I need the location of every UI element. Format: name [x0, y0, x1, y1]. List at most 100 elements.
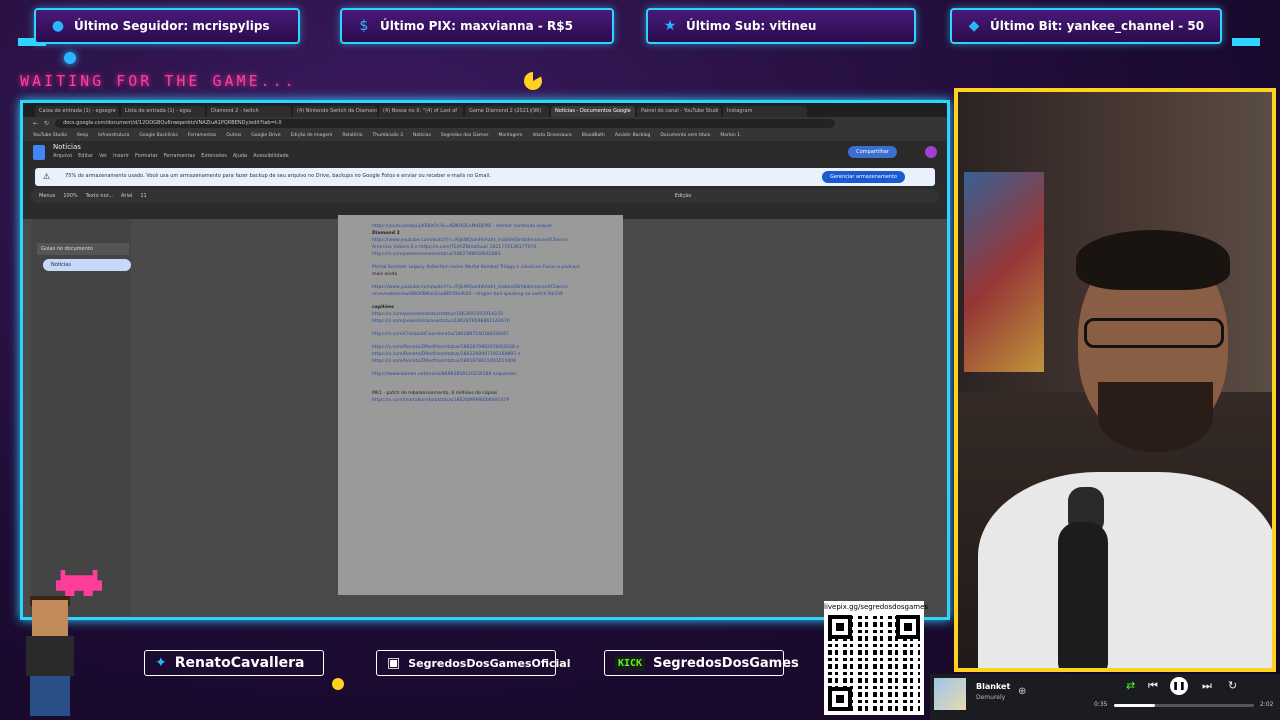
screen-capture: Caixa de entrada (1) - egsegre Lista de …	[20, 100, 950, 620]
bookmark-item[interactable]: Documento sem título	[660, 133, 710, 138]
doc-link[interactable]: https://x.com/Renato/DRedfroomtatus/1861…	[372, 344, 589, 351]
toolbar-menus[interactable]: Menus	[39, 193, 55, 199]
font-size-field[interactable]: 11	[140, 193, 146, 199]
stat-last-sub: ★ Último Sub: vitineu	[646, 8, 916, 44]
track-artist: Demurely	[976, 694, 1006, 701]
menu-item[interactable]: Ver	[99, 153, 107, 159]
doc-link[interactable]: https://x.com/Renato/DRedfroomtatus/1862…	[372, 351, 589, 358]
doc-title[interactable]: Notícias	[53, 143, 81, 151]
music-player: Blanket Demurely ⊕ ⇄ ⏮ ❚❚ ⏭ ↻ 0:35 2:02	[930, 674, 1280, 720]
social-handle: SegredosDosGamesOficial	[408, 656, 571, 670]
repeat-icon[interactable]: ↻	[1228, 679, 1237, 692]
bookmark-item[interactable]: Notícias	[413, 133, 431, 138]
doc-link[interactable]: America: linkers 0 e https://x.com/TEAYZ…	[372, 244, 589, 251]
browser-tab[interactable]: Diamond 2 - twitch	[207, 106, 291, 117]
doc-link[interactable]: https://www.youtube.com/watch?v=RijkWQue…	[372, 284, 589, 291]
menu-item[interactable]: Acessibilidade	[253, 153, 289, 159]
bookmark-item[interactable]: YouTube Studio	[33, 133, 67, 138]
duration-time: 2:02	[1260, 701, 1274, 708]
kick-icon: KICK	[615, 655, 646, 671]
bookmark-item[interactable]: Marlon 1	[720, 133, 740, 138]
docs-menu: Arquivo Editar Ver Inserir Formatar Ferrament…	[53, 153, 289, 159]
menu-item[interactable]: Editar	[78, 153, 93, 159]
next-icon[interactable]: ⏭	[1202, 679, 1212, 693]
bookmark-item[interactable]: Thumbnails 3	[373, 133, 403, 138]
doc-link[interactable]: https://www.youtube.com/watch?v=RijkWQue…	[372, 237, 589, 244]
browser-tab-active[interactable]: Notícias - Documentos Google	[551, 106, 635, 117]
qr-finder	[828, 687, 852, 711]
previous-icon[interactable]: ⏮	[1148, 679, 1158, 693]
doc-link[interactable]: https://www.kamen.net/mario/869838561202…	[372, 371, 589, 378]
bookmark-item[interactable]: Montagem	[498, 133, 522, 138]
stat-text: Último Seguidor: mcrispylips	[74, 19, 270, 33]
bookmark-item[interactable]: Google Backlinks	[139, 133, 178, 138]
manage-storage-button[interactable]: Gerenciar armazenamento	[821, 171, 905, 183]
doc-link[interactable]: Mortal Kombat: Legacy Kollection reúne M…	[372, 264, 589, 271]
add-to-library-icon[interactable]: ⊕	[1018, 686, 1026, 697]
bookmark-item[interactable]: Segredos dos Games	[441, 133, 489, 138]
browser-tab[interactable]: (4) Nintendo Switch de Diamond d	[293, 106, 377, 117]
zoom-select[interactable]: 100%	[63, 193, 77, 199]
doc-page[interactable]: https://youtu.be/eJuiyKRBzOc?si=KDKOOEaM…	[338, 215, 623, 595]
bookmark-item[interactable]: Edição de imagem	[291, 133, 333, 138]
url-field[interactable]: docs.google.com/document/d/12OOGBQu6nwqa…	[55, 118, 836, 128]
menu-item[interactable]: Formatar	[135, 153, 158, 159]
pause-button[interactable]: ❚❚	[1170, 677, 1188, 695]
edit-mode-button[interactable]: Edição	[675, 193, 692, 199]
webcam-hair	[1076, 230, 1230, 290]
doc-link[interactable]: unrevealedcrew/88OVBNanEaaBBYlOInPi20 - …	[372, 291, 589, 298]
browser-tab[interactable]: Painel do canal - YouTube Studi	[637, 106, 721, 117]
bookmark-item[interactable]: BloodBath	[582, 133, 605, 138]
back-icon[interactable]: ←	[33, 120, 38, 127]
avatar[interactable]	[925, 146, 937, 158]
share-button[interactable]: Compartilhar	[848, 146, 897, 158]
bookmark-item[interactable]: Ferramentas	[188, 133, 216, 138]
pellet-decoration	[332, 678, 344, 690]
outline-pane: Guias no documento Notícias	[31, 219, 131, 617]
bookmark-item[interactable]: Keep	[77, 133, 88, 138]
menu-item[interactable]: Inserir	[113, 153, 129, 159]
menu-item[interactable]: Arquivo	[53, 153, 72, 159]
bookmark-item[interactable]: Infraestrutura	[98, 133, 129, 138]
font-select[interactable]: Arial	[121, 193, 132, 199]
doc-link[interactable]: https://x.com/mortalkombat/status/186268…	[372, 397, 589, 404]
doc-text: MK1 - patch de rebalanceamento, 6 milhõe…	[372, 391, 498, 396]
browser-tab[interactable]: Lista de entrada (1) - egsu	[121, 106, 205, 117]
progress-bar[interactable]	[1114, 704, 1254, 707]
stats-bar: ● Último Seguidor: mcrispylips $ Último …	[0, 0, 1280, 50]
bookmark-item[interactable]: Relatório	[342, 133, 362, 138]
docs-toolbar: Menus 100% Texto nor... Arial 11 Edição	[31, 189, 939, 203]
menu-item[interactable]: Extensões	[201, 153, 227, 159]
doc-link[interactable]: https://youtu.be/eJuiyKRBzOc?si=KDKOOEaM…	[372, 223, 589, 230]
bookmark-item[interactable]: Outros	[226, 133, 241, 138]
reload-icon[interactable]: ↻	[44, 120, 49, 127]
bookmarks-bar: YouTube Studio Keep Infraestrutura Google B…	[23, 129, 947, 141]
doc-text: mais ainda	[372, 272, 398, 277]
webcam-shirt	[978, 472, 1272, 668]
browser-tab[interactable]: Game Diamond 2 (2021)(96)	[465, 106, 549, 117]
pixel-body	[26, 636, 74, 676]
doc-link[interactable]: https://x.com/Clickbait/Coordenada/18628…	[372, 331, 589, 338]
style-select[interactable]: Texto nor...	[86, 193, 113, 199]
bookmark-item[interactable]: Assistir Backlog	[615, 133, 650, 138]
outline-label[interactable]: Guias no documento	[37, 243, 129, 255]
doc-link[interactable]: https://x.com/peeeneeerees/status/186276…	[372, 251, 589, 258]
outline-item[interactable]: Notícias	[43, 259, 131, 271]
browser-tab[interactable]: (4) Nossa no X: "(4) of Last of	[379, 106, 463, 117]
webcam-feed	[954, 88, 1276, 672]
social-instagram: ▣ SegredosDosGamesOficial	[376, 650, 571, 676]
bookmark-item[interactable]: Google Drive	[251, 133, 280, 138]
shuffle-icon[interactable]: ⇄	[1126, 679, 1135, 692]
doc-link[interactable]: https://x.com/Renato/DRedfroomtatus/1861…	[372, 358, 589, 365]
pixel-character	[8, 592, 88, 720]
browser-tab[interactable]: Instagram	[723, 106, 807, 117]
doc-link[interactable]: https://x.com/peaoidimasasestatus/186287…	[372, 318, 589, 325]
glow-dot-decoration	[64, 52, 76, 64]
menu-item[interactable]: Ajuda	[233, 153, 247, 159]
doc-link[interactable]: https://x.com/peseeleestatus/status/1862…	[372, 311, 589, 318]
qr-code-panel: livepix.gg/segredosdosgames	[824, 601, 928, 715]
bookmark-item[interactable]: Idiota Dinossauro	[532, 133, 571, 138]
browser-tab[interactable]: Caixa de entrada (1) - egsegre	[35, 106, 119, 117]
menu-item[interactable]: Ferramentas	[164, 153, 196, 159]
qr-finder	[828, 615, 852, 639]
